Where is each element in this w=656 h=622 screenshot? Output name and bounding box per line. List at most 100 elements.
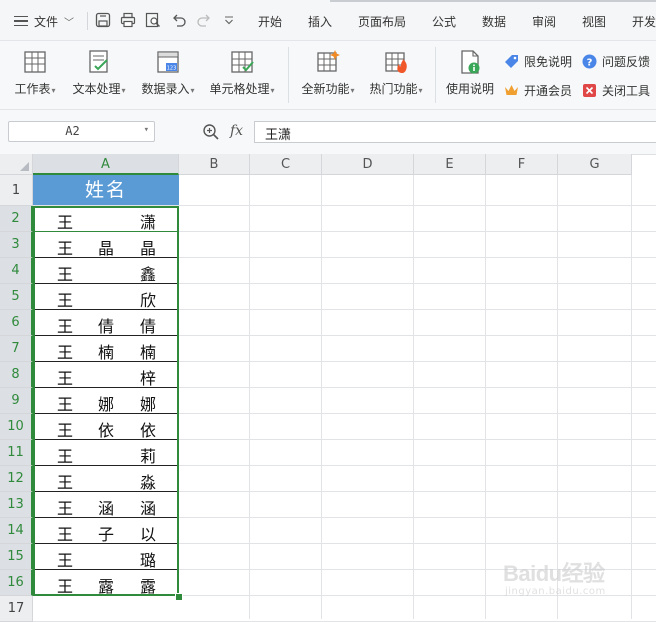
name-char: 露: [139, 577, 156, 596]
name-char: 鑫: [139, 265, 156, 284]
print-icon: [120, 12, 136, 28]
cell-process-button[interactable]: 单元格处理▾: [206, 49, 278, 103]
row-header-10[interactable]: 10: [0, 414, 33, 440]
row-header-11[interactable]: 11: [0, 440, 33, 466]
undo-button[interactable]: [170, 10, 188, 30]
insert-function-button[interactable]: fx: [230, 123, 243, 139]
print-preview-button[interactable]: [144, 10, 162, 30]
file-menu-button[interactable]: 文件 ﹀: [14, 11, 74, 31]
name-char: 王: [56, 213, 73, 232]
column-header-a[interactable]: A: [33, 154, 179, 175]
redo-button[interactable]: [195, 10, 213, 30]
name-cell-a11[interactable]: 王莉: [33, 440, 179, 466]
tab-insert[interactable]: 插入: [308, 13, 332, 30]
ribbon-separator: [288, 47, 289, 103]
name-box[interactable]: A2 ▾: [8, 121, 155, 142]
data-entry-button[interactable]: 123 数据录入▾: [138, 49, 198, 103]
row-header-16[interactable]: 16: [0, 570, 33, 596]
tab-page-layout[interactable]: 页面布局: [358, 13, 406, 30]
name-char: 淼: [139, 473, 156, 492]
worksheet-button[interactable]: 工作表▾: [10, 49, 60, 103]
column-header-d[interactable]: D: [322, 154, 414, 175]
column-header-e[interactable]: E: [414, 154, 486, 175]
manual-button[interactable]: 使用说明: [444, 49, 496, 103]
close-tools-label: 关闭工具: [602, 83, 651, 98]
row-header-5[interactable]: 5: [0, 284, 33, 310]
row-header-2[interactable]: 2: [0, 206, 33, 232]
row-header-17[interactable]: 17: [0, 596, 33, 622]
name-cell-a7[interactable]: 王楠楠: [33, 336, 179, 362]
customize-toolbar-button[interactable]: [220, 10, 238, 30]
row-header-14[interactable]: 14: [0, 518, 33, 544]
column-header-c[interactable]: C: [250, 154, 322, 175]
tab-formulas[interactable]: 公式: [432, 13, 456, 30]
print-preview-icon: [145, 12, 160, 28]
save-button[interactable]: [94, 10, 112, 30]
name-cell-a9[interactable]: 王娜娜: [33, 388, 179, 414]
row-header-3[interactable]: 3: [0, 232, 33, 258]
tab-view[interactable]: 视图: [582, 13, 606, 30]
column-header-f[interactable]: F: [486, 154, 558, 175]
tab-developer[interactable]: 开发: [632, 13, 656, 30]
tab-review[interactable]: 审阅: [532, 13, 556, 30]
formula-bar: A2 ▾ fx 王潇: [0, 110, 656, 155]
formula-input[interactable]: 王潇: [254, 121, 656, 143]
name-column-header-cell[interactable]: 姓名: [33, 175, 179, 206]
row-header-1[interactable]: 1: [0, 175, 33, 206]
row-header-8[interactable]: 8: [0, 362, 33, 388]
open-membership-button[interactable]: 开通会员: [504, 81, 572, 99]
open-membership-label: 开通会员: [524, 83, 573, 98]
name-cell-a3[interactable]: 王晶晶: [33, 232, 179, 258]
free-trial-info-button[interactable]: 限免说明: [504, 52, 572, 70]
name-char: 露: [97, 577, 114, 596]
baidu-jingyan-watermark: Baidu经验 jingyan.baidu.com: [503, 548, 643, 608]
name-char: 楠: [139, 343, 156, 362]
name-cell-a14[interactable]: 王子以: [33, 518, 179, 544]
row-header-6[interactable]: 6: [0, 310, 33, 336]
text-process-label: 文本处理: [72, 82, 121, 96]
name-cell-a6[interactable]: 王倩倩: [33, 310, 179, 336]
name-cell-a4[interactable]: 王鑫: [33, 258, 179, 284]
name-char: 依: [97, 421, 114, 440]
text-process-button[interactable]: 文本处理▾: [68, 49, 130, 103]
hot-feature-button[interactable]: 热门功能▾: [366, 49, 426, 103]
name-cell-a15[interactable]: 王璐: [33, 544, 179, 570]
row-header-12[interactable]: 12: [0, 466, 33, 492]
new-feature-button[interactable]: 全新功能▾: [298, 49, 358, 103]
name-char: 潇: [139, 213, 156, 232]
print-button[interactable]: [119, 10, 137, 30]
zoom-formula-icon[interactable]: [202, 123, 220, 141]
tab-data[interactable]: 数据: [482, 13, 506, 30]
name-char: 王: [56, 265, 73, 284]
worksheet-label: 工作表: [14, 82, 51, 96]
cell-reference: A2: [65, 124, 80, 138]
row-header-9[interactable]: 9: [0, 388, 33, 414]
fill-handle[interactable]: [175, 593, 183, 601]
new-feature-label: 全新功能: [301, 82, 350, 96]
undo-icon: [173, 14, 186, 27]
name-cell-a2[interactable]: 王潇: [33, 206, 179, 232]
name-char: 倩: [139, 317, 156, 336]
title-bar-edge: [330, 0, 656, 2]
gridline: [413, 175, 414, 619]
name-cell-a13[interactable]: 王涵涵: [33, 492, 179, 518]
row-header-13[interactable]: 13: [0, 492, 33, 518]
name-cell-a10[interactable]: 王依依: [33, 414, 179, 440]
feedback-button[interactable]: ? 问题反馈: [582, 52, 650, 70]
tab-home[interactable]: 开始: [258, 13, 282, 30]
select-all-corner[interactable]: [0, 154, 33, 175]
name-cell-a12[interactable]: 王淼: [33, 466, 179, 492]
close-tools-button[interactable]: 关闭工具: [582, 81, 650, 99]
name-char: 王: [56, 239, 73, 258]
column-header-g[interactable]: G: [558, 154, 632, 175]
name-cell-a8[interactable]: 王梓: [33, 362, 179, 388]
name-char: 王: [56, 317, 73, 336]
gridline: [321, 175, 322, 619]
name-cell-a16[interactable]: 王露露: [33, 570, 179, 596]
column-header-b[interactable]: B: [179, 154, 250, 175]
row-header-15[interactable]: 15: [0, 544, 33, 570]
name-cell-a5[interactable]: 王欣: [33, 284, 179, 310]
gridline: [485, 175, 486, 619]
row-header-4[interactable]: 4: [0, 258, 33, 284]
row-header-7[interactable]: 7: [0, 336, 33, 362]
